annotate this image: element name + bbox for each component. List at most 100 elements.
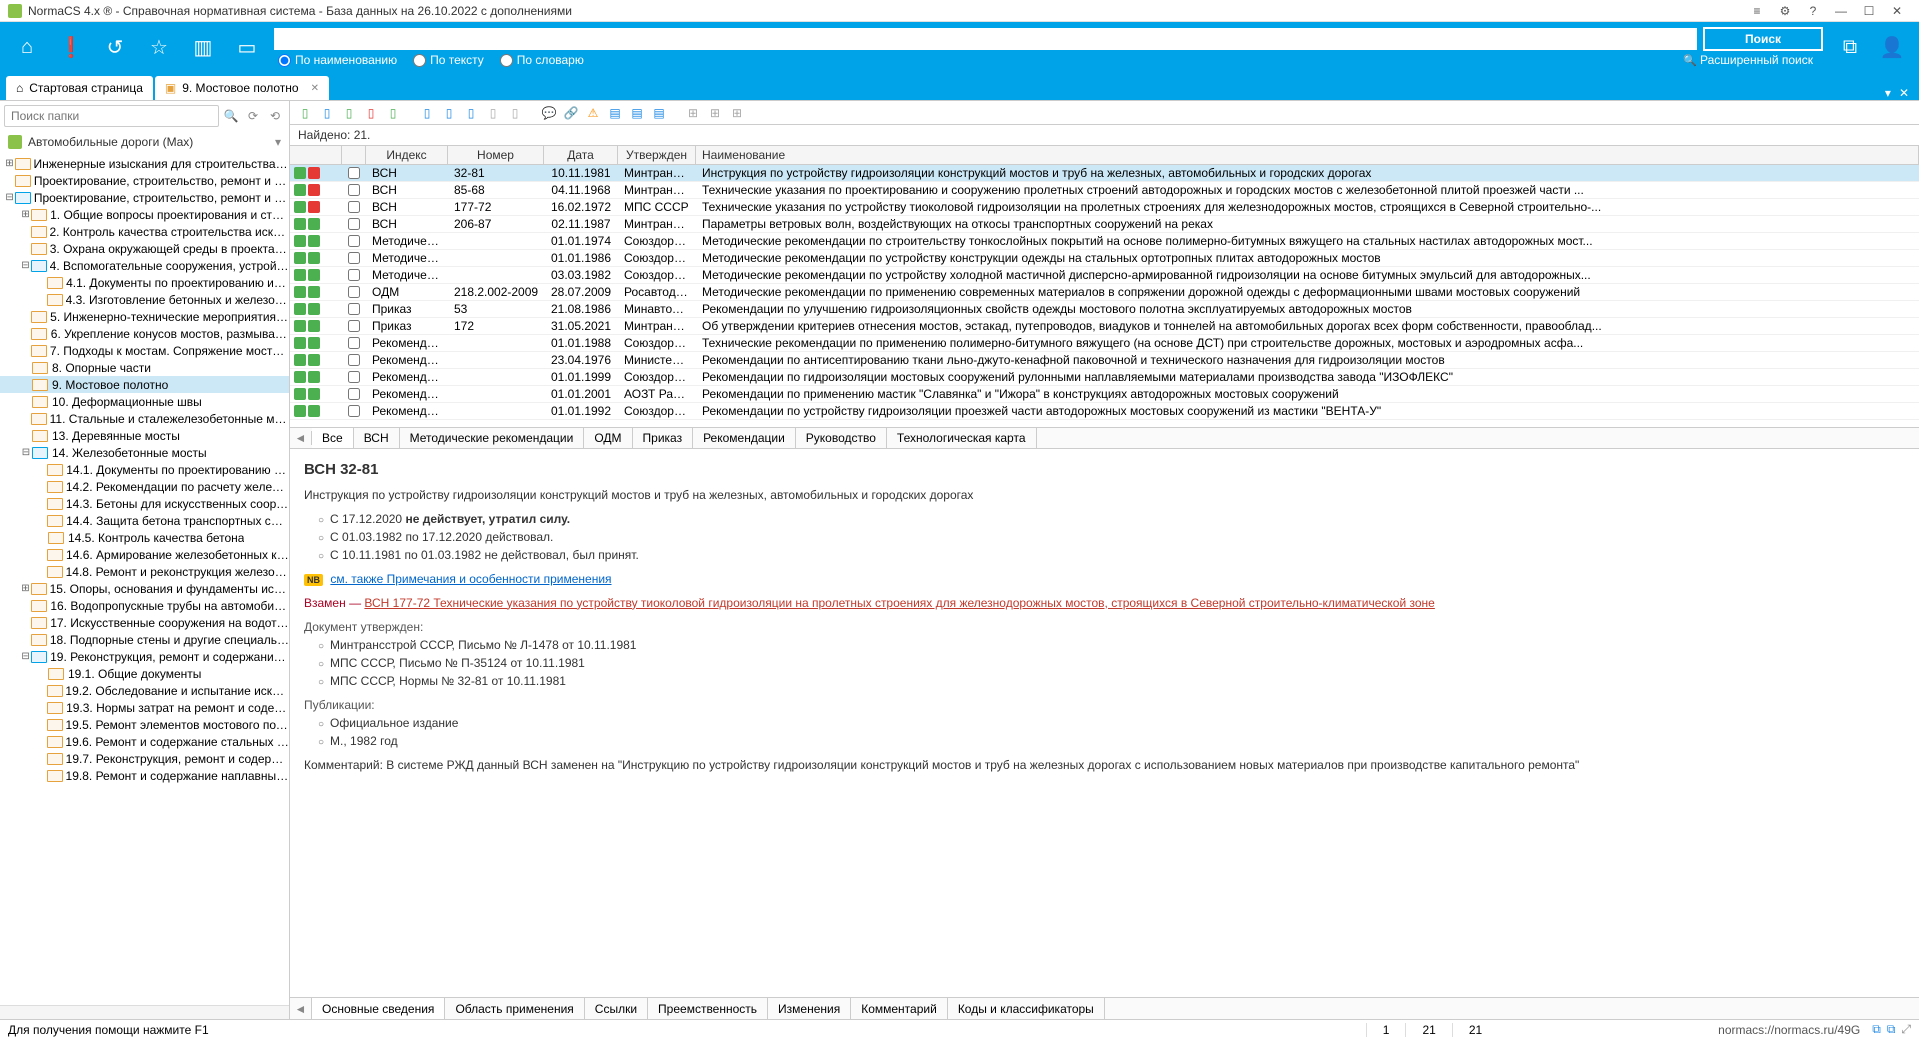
table-row[interactable]: Рекоменда...01.01.1988СоюздорнииТехничес… bbox=[290, 335, 1919, 352]
tree-item[interactable]: 14.4. Защита бетона транспортных соору..… bbox=[0, 512, 289, 529]
doc-icon[interactable]: ▯ bbox=[362, 104, 380, 122]
tree-item[interactable]: ⊟4. Вспомогательные сооружения, устройст… bbox=[0, 257, 289, 274]
tree-hscroll[interactable] bbox=[0, 1005, 289, 1019]
tree-item[interactable]: 19.6. Ремонт и содержание стальных мост.… bbox=[0, 733, 289, 750]
table-row[interactable]: Методическ...01.01.1986СоюздорнииМетодич… bbox=[290, 250, 1919, 267]
close-button[interactable]: ✕ bbox=[1883, 1, 1911, 21]
list-icon[interactable]: ▤ bbox=[628, 104, 646, 122]
doc-icon[interactable]: ▯ bbox=[296, 104, 314, 122]
row-checkbox[interactable] bbox=[348, 235, 360, 247]
filter-tab[interactable]: ОДМ bbox=[584, 428, 632, 448]
col-approved[interactable]: Утвержден bbox=[618, 146, 696, 164]
table-row[interactable]: ВСН177-7216.02.1972МПС СССРТехнические у… bbox=[290, 199, 1919, 216]
table-row[interactable]: Методическ...03.03.1982СоюздорнииМетодич… bbox=[290, 267, 1919, 284]
statusbar-copy-icon[interactable]: ⧉ bbox=[1872, 1022, 1881, 1037]
close-tab-icon[interactable]: ✕ bbox=[311, 83, 319, 94]
tree-item[interactable]: 13. Деревянные мосты bbox=[0, 427, 289, 444]
filter-tab[interactable]: Руководство bbox=[796, 428, 887, 448]
tree-item[interactable]: 19.7. Реконструкция, ремонт и содержани.… bbox=[0, 750, 289, 767]
export-icon[interactable]: ▯ bbox=[440, 104, 458, 122]
grid-icon[interactable]: ⊞ bbox=[684, 104, 702, 122]
statusbar-expand-icon[interactable]: ⤢ bbox=[1901, 1022, 1911, 1037]
tree-item[interactable]: 19.1. Общие документы bbox=[0, 665, 289, 682]
tree-item[interactable]: 16. Водопропускные трубы на автомобильн.… bbox=[0, 597, 289, 614]
detail-tab[interactable]: Изменения bbox=[768, 998, 851, 1019]
tab-dropdown-icon[interactable]: ▾ bbox=[1881, 86, 1895, 100]
user-add-icon[interactable]: 👤 bbox=[1875, 30, 1909, 64]
detail-tab[interactable]: Ссылки bbox=[585, 998, 648, 1019]
statusbar-copy2-icon[interactable]: ⧉ bbox=[1887, 1022, 1896, 1037]
filter-tab[interactable]: Рекомендации bbox=[693, 428, 796, 448]
folder-refresh-icon[interactable]: ⟳ bbox=[243, 106, 263, 126]
filter-tab[interactable]: Методические рекомендации bbox=[400, 428, 585, 448]
tree-item[interactable]: 5. Инженерно-технические мероприятия и р… bbox=[0, 308, 289, 325]
notes-icon[interactable]: ▥ bbox=[186, 30, 220, 64]
favorite-icon[interactable]: ☆ bbox=[142, 30, 176, 64]
col-index[interactable]: Индекс bbox=[366, 146, 448, 164]
row-checkbox[interactable] bbox=[348, 303, 360, 315]
list-icon[interactable]: ▤ bbox=[606, 104, 624, 122]
tree-item[interactable]: 17. Искусственные сооружения на водотока… bbox=[0, 614, 289, 631]
tree-item[interactable]: 4.1. Документы по проектированию и стр..… bbox=[0, 274, 289, 291]
tree-item[interactable]: ⊟Проектирование, строительство, ремонт и… bbox=[0, 189, 289, 206]
folder-icon[interactable]: ▭ bbox=[230, 30, 264, 64]
tree-item[interactable]: 18. Подпорные стены и другие специальные… bbox=[0, 631, 289, 648]
tree-item[interactable]: 4.3. Изготовление бетонных и железобето.… bbox=[0, 291, 289, 308]
row-checkbox[interactable] bbox=[348, 371, 360, 383]
doc-icon[interactable]: ▯ bbox=[318, 104, 336, 122]
grid-icon[interactable]: ⊞ bbox=[706, 104, 724, 122]
tab-document[interactable]: ▣ 9. Мостовое полотно ✕ bbox=[155, 76, 329, 100]
table-row[interactable]: Рекоменда...01.01.1999СоюздорнииРекоменд… bbox=[290, 369, 1919, 386]
tree-item[interactable]: 9. Мостовое полотно bbox=[0, 376, 289, 393]
filter-tab[interactable]: Технологическая карта bbox=[887, 428, 1037, 448]
settings-icon[interactable]: ⚙ bbox=[1771, 1, 1799, 21]
help-icon[interactable]: ? bbox=[1799, 1, 1827, 21]
row-checkbox[interactable] bbox=[348, 286, 360, 298]
detail-tab[interactable]: Коды и классификаторы bbox=[948, 998, 1105, 1019]
tree-item[interactable]: ⊞15. Опоры, основания и фундаменты искус… bbox=[0, 580, 289, 597]
history-icon[interactable]: ↺ bbox=[98, 30, 132, 64]
filter-tab[interactable]: Приказ bbox=[633, 428, 694, 448]
tree-item[interactable]: 2. Контроль качества строительства искус… bbox=[0, 223, 289, 240]
tree-item[interactable]: 19.2. Обследование и испытание искусств.… bbox=[0, 682, 289, 699]
folder-caption[interactable]: Автомобильные дороги (Max) ▾ bbox=[0, 131, 289, 153]
row-checkbox[interactable] bbox=[348, 201, 360, 213]
doc-icon[interactable]: ▯ bbox=[384, 104, 402, 122]
maximize-button[interactable]: ☐ bbox=[1855, 1, 1883, 21]
tree-item[interactable]: 7. Подходы к мостам. Сопряжение моста с … bbox=[0, 342, 289, 359]
tree-item[interactable]: 14.6. Армирование железобетонных конс... bbox=[0, 546, 289, 563]
tree-item[interactable]: 10. Деформационные швы bbox=[0, 393, 289, 410]
detail-tab[interactable]: Основные сведения bbox=[312, 998, 445, 1019]
export-icon[interactable]: ▯ bbox=[418, 104, 436, 122]
folder-sync-icon[interactable]: ⟲ bbox=[265, 106, 285, 126]
replaced-link[interactable]: ВСН 177-72 Технические указания по устро… bbox=[364, 596, 1434, 610]
table-row[interactable]: Рекоменда...01.01.1992СоюздорнииРекоменд… bbox=[290, 403, 1919, 420]
row-checkbox[interactable] bbox=[348, 252, 360, 264]
folder-search-icon[interactable]: 🔍 bbox=[221, 106, 241, 126]
doc-pair-icon[interactable]: ⧉ bbox=[1833, 30, 1867, 64]
filter-prev-icon[interactable]: ◄ bbox=[290, 431, 312, 445]
tree-item[interactable]: Проектирование, строительство, ремонт и … bbox=[0, 172, 289, 189]
col-name[interactable]: Наименование bbox=[696, 146, 1919, 164]
folder-search-input[interactable] bbox=[4, 105, 219, 127]
search-opt-text[interactable]: По тексту bbox=[413, 53, 484, 67]
link-icon[interactable]: 🔗 bbox=[562, 104, 580, 122]
filter-tab[interactable]: ВСН bbox=[354, 428, 400, 448]
table-row[interactable]: ВСН85-6804.11.1968Минтрансст...Техническ… bbox=[290, 182, 1919, 199]
tree-item[interactable]: ⊟19. Реконструкция, ремонт и содержание … bbox=[0, 648, 289, 665]
tree-item[interactable]: 8. Опорные части bbox=[0, 359, 289, 376]
row-checkbox[interactable] bbox=[348, 354, 360, 366]
tree-item[interactable]: 19.5. Ремонт элементов мостового полотн.… bbox=[0, 716, 289, 733]
row-checkbox[interactable] bbox=[348, 167, 360, 179]
row-checkbox[interactable] bbox=[348, 269, 360, 281]
tree-item[interactable]: 19.8. Ремонт и содержание наплавных мо..… bbox=[0, 767, 289, 784]
chevron-down-icon[interactable]: ▾ bbox=[275, 135, 281, 149]
advanced-search-link[interactable]: 🔍 Расширенный поиск bbox=[1683, 53, 1823, 67]
row-checkbox[interactable] bbox=[348, 405, 360, 417]
list-icon[interactable]: ▤ bbox=[650, 104, 668, 122]
warning-icon[interactable]: ⚠ bbox=[584, 104, 602, 122]
doc-icon[interactable]: ▯ bbox=[340, 104, 358, 122]
table-row[interactable]: Приказ17231.05.2021Минтранс Р...Об утвер… bbox=[290, 318, 1919, 335]
table-row[interactable]: Методическ...01.01.1974Союздорпро...Мето… bbox=[290, 233, 1919, 250]
notes-link[interactable]: см. также Примечания и особенности приме… bbox=[330, 572, 611, 586]
